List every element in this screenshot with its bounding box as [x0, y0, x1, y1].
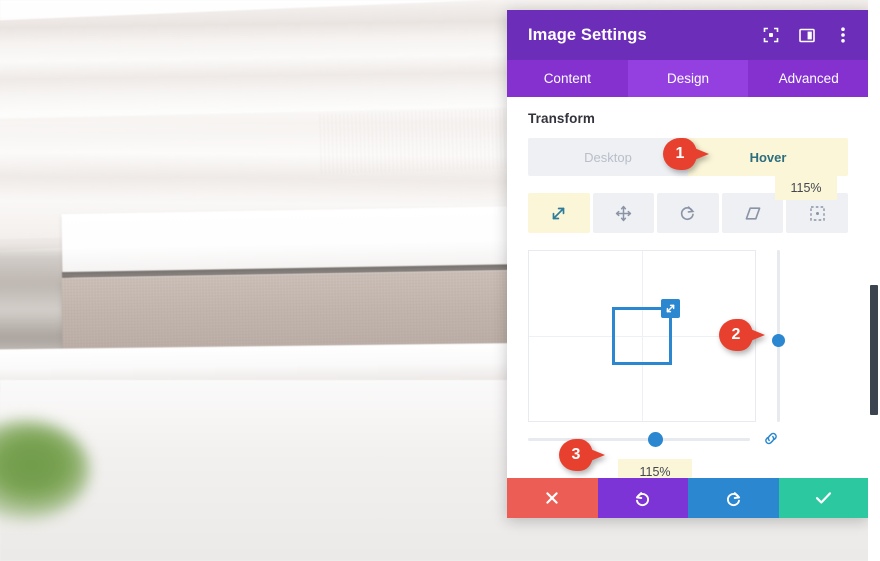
tab-content[interactable]: Content	[507, 60, 628, 97]
save-button[interactable]	[778, 478, 869, 518]
close-icon	[545, 491, 559, 505]
page-scrollbar-track[interactable]	[868, 0, 880, 561]
callout-marker-3: 3	[559, 439, 605, 471]
section-title-transform: Transform	[528, 111, 595, 126]
undo-button[interactable]	[597, 478, 688, 518]
redo-icon	[725, 490, 742, 507]
state-option-hover[interactable]: Hover	[688, 138, 848, 176]
transform-origin-icon	[809, 205, 826, 222]
panel-header: Image Settings	[507, 10, 869, 60]
callout-marker-3-number: 3	[571, 446, 581, 463]
skew-parallelogram-icon	[744, 206, 762, 221]
move-tool-button[interactable]	[592, 193, 655, 233]
panel-title: Image Settings	[528, 25, 647, 44]
vertical-scale-slider[interactable]	[764, 250, 794, 422]
focus-target-icon[interactable]	[762, 26, 780, 44]
check-icon	[815, 491, 832, 505]
vertical-scale-value[interactable]: 115%	[775, 176, 837, 200]
move-arrows-icon	[615, 205, 632, 222]
horizontal-scale-value[interactable]: 115%	[618, 459, 692, 478]
tab-advanced[interactable]: Advanced	[748, 60, 869, 97]
transform-canvas-area: 115%	[528, 176, 848, 422]
resize-diagonal-icon	[665, 303, 676, 314]
panel-action-bar	[507, 478, 869, 518]
callout-marker-1-number: 1	[675, 145, 685, 162]
shape-resize-handle[interactable]	[661, 299, 680, 318]
rotate-icon	[679, 205, 696, 222]
vertical-slider-thumb[interactable]	[772, 334, 785, 347]
callout-marker-2-number: 2	[731, 326, 741, 343]
layout-panel-icon[interactable]	[798, 26, 816, 44]
more-options-icon[interactable]	[834, 26, 852, 44]
undo-icon	[634, 490, 651, 507]
photo-left-blur	[0, 250, 70, 360]
panel-header-icons	[762, 26, 852, 44]
callout-marker-2: 2	[719, 319, 765, 351]
transform-shape[interactable]	[612, 299, 680, 365]
tab-design[interactable]: Design	[627, 60, 749, 97]
rotate-tool-button[interactable]	[657, 193, 719, 233]
resize-diagonal-icon	[550, 205, 567, 222]
panel-tabs: Content Design Advanced	[507, 60, 869, 97]
link-chain-icon[interactable]	[762, 431, 780, 447]
cancel-button[interactable]	[507, 478, 598, 518]
redo-button[interactable]	[688, 478, 779, 518]
callout-marker-1: 1	[663, 138, 709, 170]
scale-tool-button[interactable]	[528, 193, 590, 233]
horizontal-slider-thumb[interactable]	[648, 432, 663, 447]
page-scrollbar-thumb[interactable]	[870, 285, 878, 415]
